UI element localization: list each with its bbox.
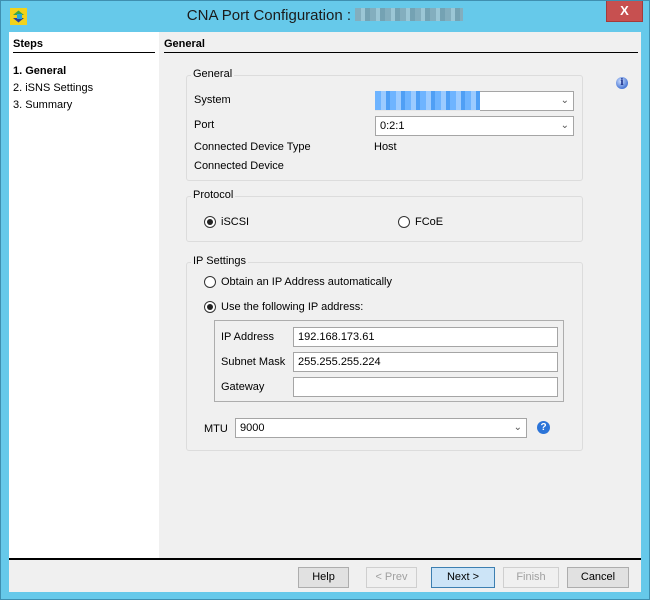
prev-button[interactable]: < Prev <box>366 567 417 588</box>
next-button[interactable]: Next > <box>431 567 495 588</box>
static-ip-panel: IP Address Subnet Mask Gateway <box>214 320 564 402</box>
gateway-label: Gateway <box>221 381 265 393</box>
chevron-down-icon: ⌄ <box>513 422 522 433</box>
button-bar: Help < Prev Next > Finish Cancel <box>9 558 641 592</box>
finish-button[interactable]: Finish <box>503 567 559 588</box>
radio-selected-icon <box>204 301 216 313</box>
connected-device-type-value: Host <box>374 141 397 153</box>
iscsi-label: iSCSI <box>221 216 250 228</box>
step-isns-settings[interactable]: 2. iSNS Settings <box>13 82 93 94</box>
dialog-window: CNA Port Configuration : X Steps 1. Gene… <box>0 0 650 600</box>
mtu-value: 9000 <box>240 422 265 434</box>
title-bar[interactable]: CNA Port Configuration : X <box>1 1 649 32</box>
step-general[interactable]: 1. General <box>13 65 66 77</box>
mtu-dropdown[interactable]: 9000 ⌄ <box>235 418 527 438</box>
chevron-down-icon: ⌄ <box>560 95 569 106</box>
port-label: Port <box>194 119 215 131</box>
cancel-button[interactable]: Cancel <box>567 567 629 588</box>
protocol-group-legend: Protocol <box>191 189 236 201</box>
help-icon[interactable]: ? <box>537 421 550 434</box>
section-header: General <box>164 38 638 53</box>
redacted-system-value <box>375 91 480 111</box>
fcoe-label: FCoE <box>415 216 444 228</box>
port-value: 0:2:1 <box>380 120 405 132</box>
subnet-mask-label: Subnet Mask <box>221 356 286 368</box>
info-icon[interactable]: i <box>616 77 628 89</box>
protocol-group: Protocol iSCSI FCoE <box>186 189 583 242</box>
radio-unselected-icon <box>204 276 216 288</box>
radio-selected-icon <box>204 216 216 228</box>
connected-device-type-label: Connected Device Type <box>194 141 311 153</box>
ip-address-label: IP Address <box>221 331 274 343</box>
ip-address-input[interactable] <box>293 327 558 347</box>
steps-header: Steps <box>13 38 155 53</box>
general-group-legend: General <box>191 68 235 80</box>
port-dropdown[interactable]: 0:2:1 ⌄ <box>375 116 574 136</box>
gateway-input[interactable] <box>293 377 558 397</box>
window-title: CNA Port Configuration : <box>1 7 649 24</box>
step-summary[interactable]: 3. Summary <box>13 99 72 111</box>
dialog-client: Steps 1. General 2. iSNS Settings 3. Sum… <box>9 32 641 592</box>
system-label: System <box>194 94 231 106</box>
close-button[interactable]: X <box>606 1 643 22</box>
steps-panel: Steps 1. General 2. iSNS Settings 3. Sum… <box>9 32 159 558</box>
connected-device-label: Connected Device <box>194 160 284 172</box>
system-dropdown[interactable]: ⌄ <box>375 91 574 111</box>
mtu-label: MTU <box>204 423 228 435</box>
use-following-ip-label: Use the following IP address: <box>221 301 364 313</box>
obtain-ip-auto-label: Obtain an IP Address automatically <box>221 276 393 288</box>
chevron-down-icon: ⌄ <box>560 120 569 131</box>
use-following-ip-radio[interactable]: Use the following IP address: <box>204 301 363 313</box>
redacted-system-name <box>355 8 464 21</box>
ip-settings-group: IP Settings Obtain an IP Address automat… <box>186 255 583 451</box>
obtain-ip-auto-radio[interactable]: Obtain an IP Address automatically <box>204 276 392 288</box>
general-group: General System ⌄ Port 0:2:1 ⌄ Connected … <box>186 68 583 181</box>
subnet-mask-input[interactable] <box>293 352 558 372</box>
help-button[interactable]: Help <box>298 567 349 588</box>
window-title-text: CNA Port Configuration : <box>186 7 356 24</box>
fcoe-radio[interactable]: FCoE <box>398 216 443 228</box>
radio-unselected-icon <box>398 216 410 228</box>
iscsi-radio[interactable]: iSCSI <box>204 216 249 228</box>
main-panel: General i General System ⌄ Port 0:2:1 ⌄ … <box>159 32 641 558</box>
ip-settings-legend: IP Settings <box>191 255 248 267</box>
